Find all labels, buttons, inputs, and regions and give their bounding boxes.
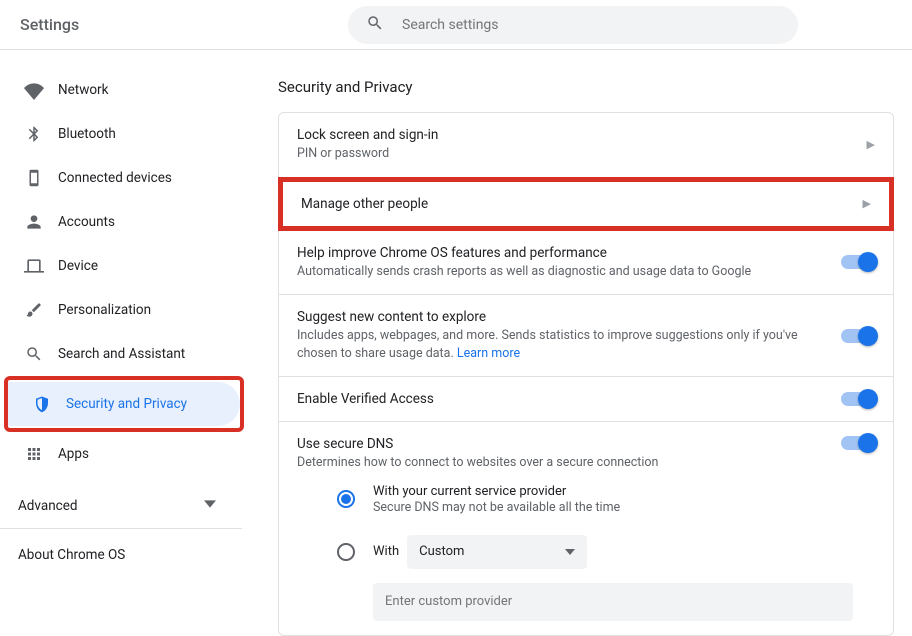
row-verified-access: Enable Verified Access (279, 377, 893, 422)
search-icon (22, 345, 46, 363)
page-title: Settings (20, 15, 348, 34)
dns-option-custom[interactable]: With Custom (297, 519, 875, 573)
toggle-verified-access[interactable] (841, 392, 875, 406)
select-value: Custom (419, 544, 464, 559)
dns-provider-select[interactable]: Custom (407, 535, 587, 569)
row-title: Lock screen and sign-in (297, 127, 855, 143)
search-box[interactable] (348, 6, 798, 44)
sidebar-item-search[interactable]: Search and Assistant (0, 332, 250, 376)
chevron-right-icon: ▶ (855, 138, 875, 151)
shield-icon (30, 395, 54, 413)
row-subtitle: PIN or password (297, 145, 855, 163)
dns-custom-input[interactable] (373, 583, 853, 621)
radio-label: With your current service provider (373, 484, 620, 499)
about-label: About Chrome OS (18, 547, 125, 563)
chevron-right-icon: ▶ (851, 197, 871, 210)
row-subtitle: Includes apps, webpages, and more. Sends… (297, 327, 829, 362)
section-title: Security and Privacy (278, 78, 894, 96)
dns-custom-input-wrap (373, 583, 875, 621)
person-icon (22, 212, 46, 232)
row-subtitle: Determines how to connect to websites ov… (297, 454, 829, 472)
sidebar-item-apps[interactable]: Apps (0, 432, 250, 476)
row-title: Suggest new content to explore (297, 309, 829, 325)
sidebar-item-personalization[interactable]: Personalization (0, 288, 250, 332)
row-title: Help improve Chrome OS features and perf… (297, 245, 829, 261)
row-help-improve: Help improve Chrome OS features and perf… (279, 231, 893, 296)
laptop-icon (22, 256, 46, 276)
sidebar-item-connected[interactable]: Connected devices (0, 156, 250, 200)
advanced-toggle[interactable]: Advanced (0, 484, 242, 529)
sidebar-item-label: Network (58, 82, 108, 98)
radio-unselected-icon[interactable] (337, 543, 355, 561)
main-content: Security and Privacy Lock screen and sig… (250, 50, 912, 636)
bluetooth-icon (22, 125, 46, 143)
settings-card: Lock screen and sign-in PIN or password … (278, 112, 894, 636)
wifi-icon (22, 80, 46, 100)
row-title: Use secure DNS (297, 436, 829, 452)
row-lock-screen[interactable]: Lock screen and sign-in PIN or password … (279, 113, 893, 178)
about-link[interactable]: About Chrome OS (0, 529, 250, 563)
row-title: Manage other people (301, 196, 851, 212)
row-secure-dns: Use secure DNS Determines how to connect… (279, 422, 893, 635)
sidebar-item-label: Connected devices (58, 170, 172, 186)
header: Settings (0, 0, 912, 50)
row-subtitle: Automatically sends crash reports as wel… (297, 263, 829, 281)
search-input[interactable] (402, 17, 780, 33)
sidebar-item-label: Search and Assistant (58, 346, 185, 362)
sidebar-item-label: Device (58, 258, 98, 274)
toggle-help-improve[interactable] (841, 255, 875, 269)
row-title: Enable Verified Access (297, 391, 829, 407)
sidebar-item-label: Accounts (58, 214, 115, 230)
chevron-down-icon (565, 547, 575, 557)
radio-label: With (373, 544, 399, 559)
sidebar-item-label: Security and Privacy (66, 396, 187, 412)
sidebar-item-network[interactable]: Network (0, 68, 250, 112)
search-icon (366, 14, 384, 36)
sidebar: Network Bluetooth Connected devices Acco… (0, 50, 250, 636)
phone-icon (22, 169, 46, 187)
toggle-suggest-content[interactable] (841, 329, 875, 343)
sidebar-item-accounts[interactable]: Accounts (0, 200, 250, 244)
toggle-secure-dns[interactable] (841, 436, 875, 450)
row-suggest-content: Suggest new content to explore Includes … (279, 295, 893, 377)
radio-sublabel: Secure DNS may not be available all the … (373, 500, 620, 515)
sidebar-item-bluetooth[interactable]: Bluetooth (0, 112, 250, 156)
sidebar-item-security[interactable]: Security and Privacy (8, 382, 240, 426)
brush-icon (22, 301, 46, 319)
sidebar-highlight: Security and Privacy (4, 376, 244, 432)
chevron-down-icon (204, 498, 216, 514)
dns-option-current[interactable]: With your current service provider Secur… (297, 472, 875, 519)
sidebar-item-device[interactable]: Device (0, 244, 250, 288)
row-manage-people[interactable]: Manage other people ▶ (278, 177, 894, 231)
sidebar-item-label: Bluetooth (58, 126, 116, 142)
advanced-label: Advanced (18, 498, 78, 514)
radio-selected-icon[interactable] (337, 490, 355, 508)
sidebar-item-label: Personalization (58, 302, 151, 318)
sidebar-item-label: Apps (58, 446, 89, 462)
learn-more-link[interactable]: Learn more (457, 346, 520, 361)
apps-icon (22, 445, 46, 463)
